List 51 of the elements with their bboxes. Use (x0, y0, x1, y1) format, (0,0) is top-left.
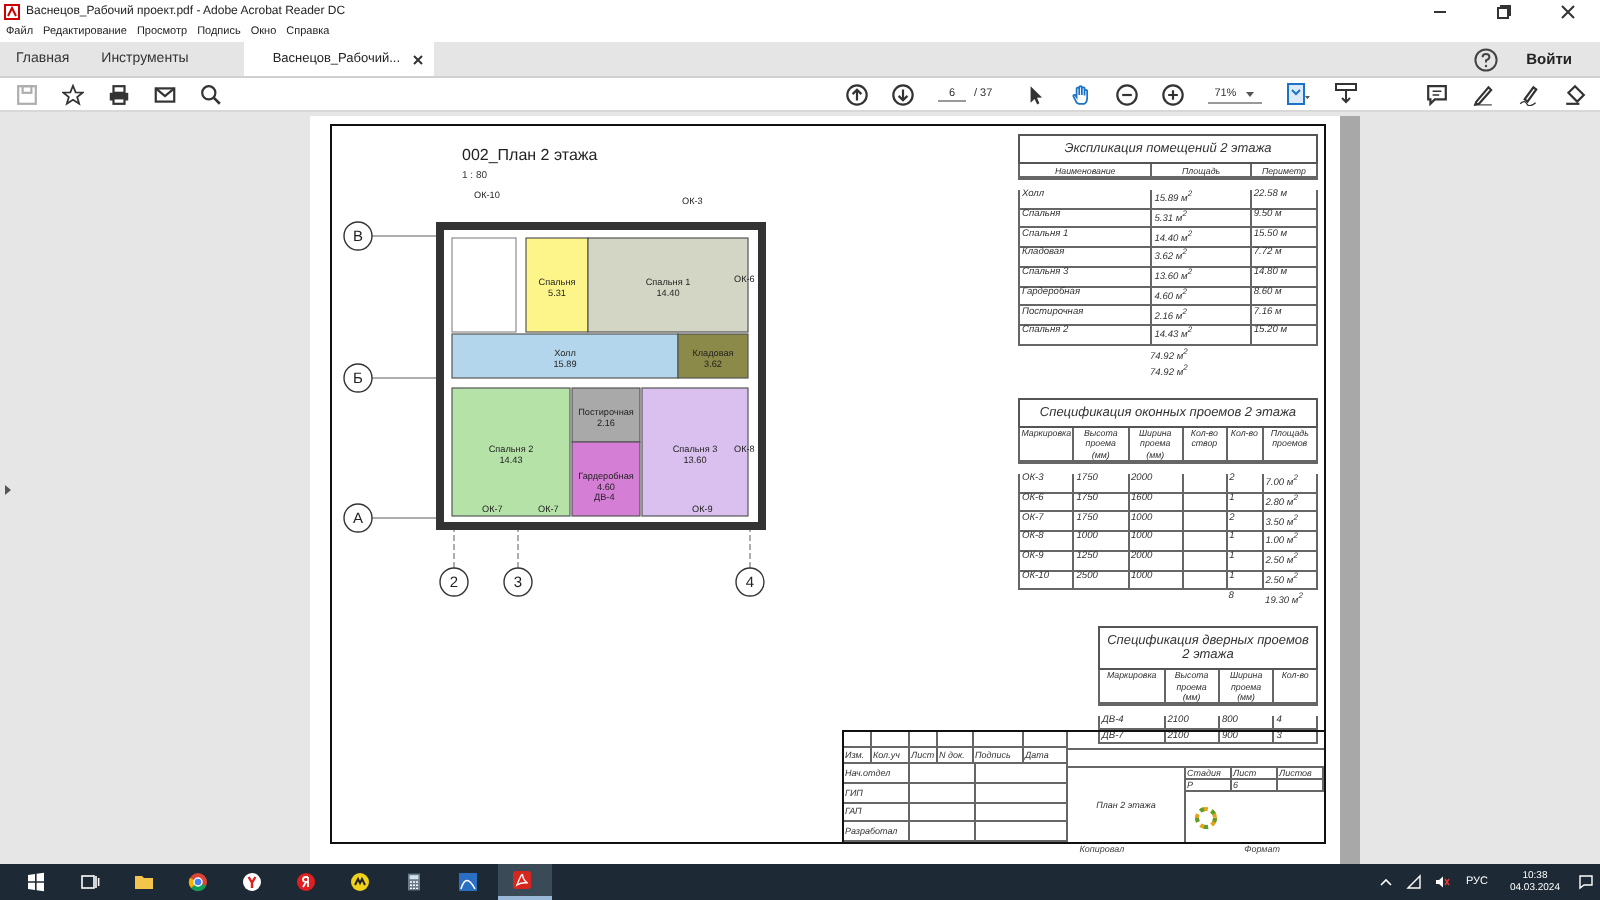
empty-cell (1183, 571, 1228, 591)
folder-icon[interactable] (134, 872, 154, 892)
signature-pen-icon[interactable] (1518, 83, 1541, 105)
letter-y-browser-icon[interactable] (242, 872, 262, 892)
empty-cell (1183, 551, 1228, 572)
acrobat-icon[interactable] (512, 870, 532, 890)
expand-panel-arrow-icon[interactable] (4, 484, 12, 496)
zoom-in-icon[interactable] (1162, 83, 1185, 105)
empty-cell (1278, 780, 1324, 792)
help-icon[interactable] (1474, 47, 1499, 71)
print-icon[interactable] (108, 83, 130, 105)
comment-icon[interactable] (1426, 83, 1449, 105)
empty-cell (976, 783, 1068, 803)
browser-icon[interactable] (188, 872, 208, 892)
notification-icon[interactable] (1578, 874, 1594, 890)
staircase (451, 237, 517, 333)
empty-cell (1183, 493, 1228, 513)
network-icon[interactable] (1405, 874, 1422, 890)
pen-icon[interactable] (1472, 83, 1495, 105)
scroll-mode-icon[interactable] (1334, 82, 1359, 106)
caret-icon (1244, 87, 1257, 99)
empty-cell (910, 803, 976, 823)
empty-cell (910, 764, 976, 784)
task-view-icon[interactable] (80, 872, 100, 892)
empty-cell (910, 783, 976, 803)
next-page-icon[interactable] (892, 83, 914, 105)
close-icon[interactable] (1560, 3, 1576, 19)
close-tab-icon[interactable] (412, 53, 425, 65)
curve-app-icon[interactable] (458, 872, 478, 892)
zigzag-logo-app-icon[interactable] (350, 872, 370, 892)
chevron-up-icon[interactable] (1377, 874, 1394, 890)
calculator-icon[interactable] (404, 872, 424, 892)
mail-icon[interactable] (154, 83, 176, 105)
previous-page-icon[interactable] (846, 83, 868, 105)
restore-icon[interactable] (1496, 3, 1512, 19)
speaker-icon[interactable] (1433, 874, 1450, 890)
empty-cell (1183, 512, 1228, 533)
empty-cell (1183, 532, 1228, 552)
star-icon[interactable] (62, 83, 84, 105)
letter-ya-app-icon[interactable] (296, 872, 316, 892)
empty-cell (910, 822, 976, 842)
company-logo-icon (1194, 805, 1218, 829)
hand-icon[interactable] (1070, 83, 1093, 105)
empty-cell (1183, 474, 1228, 494)
fit-page-icon[interactable] (1286, 82, 1311, 106)
search-icon[interactable] (200, 83, 222, 105)
windows-start-icon[interactable] (26, 872, 46, 892)
empty-cell (976, 803, 1068, 823)
plan-title: 002_План 2 этажа (462, 146, 598, 164)
empty-cell (976, 822, 1068, 842)
zoom-out-icon[interactable] (1116, 83, 1139, 105)
